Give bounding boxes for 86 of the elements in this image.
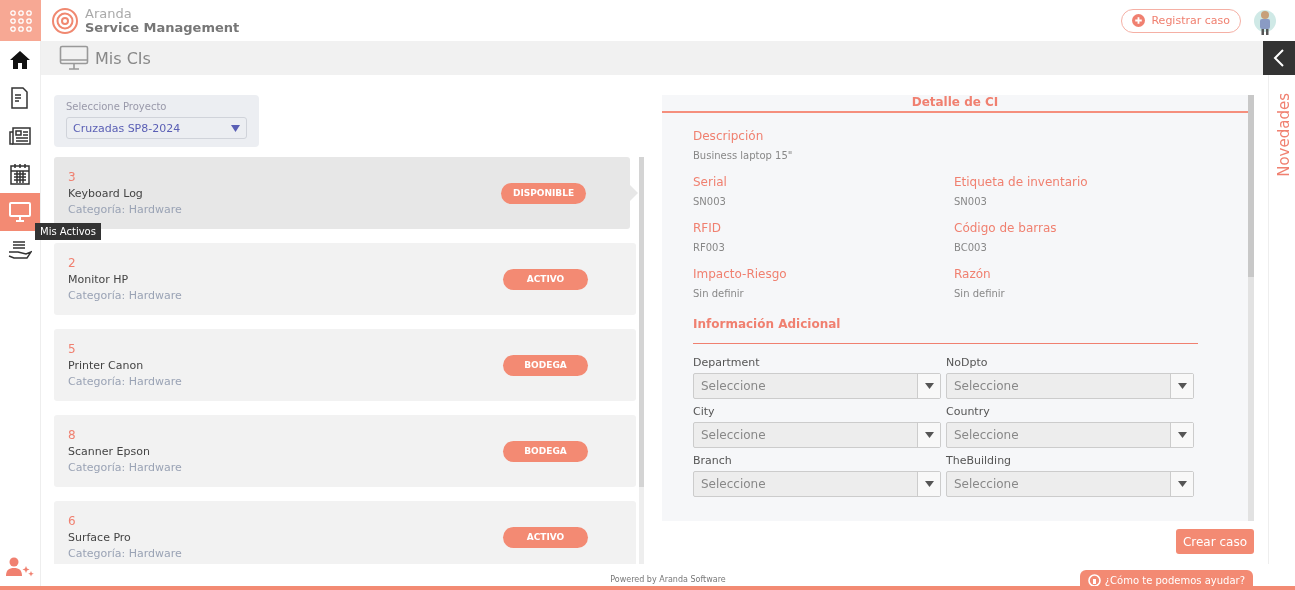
home-icon xyxy=(9,49,31,71)
field-value: SN003 xyxy=(693,196,727,207)
user-add-icon[interactable] xyxy=(6,556,34,578)
asset-category: Categoría: Hardware xyxy=(68,203,183,216)
asset-card[interactable]: 2 Monitor HP Categoría: Hardware ACTIVO xyxy=(54,243,636,315)
monitor-icon xyxy=(8,201,32,223)
dropdown-arrow-icon xyxy=(924,383,934,389)
field-value: BC003 xyxy=(954,242,988,253)
hand-icon xyxy=(8,240,32,260)
scrollbar-thumb[interactable] xyxy=(1248,95,1254,277)
dropdown-arrow-icon xyxy=(1177,432,1187,438)
news-tab[interactable]: Novedades xyxy=(1274,93,1290,177)
status-badge: DISPONIBLE xyxy=(501,182,586,204)
page-title: Mis CIs xyxy=(95,48,151,68)
dropdown-arrow-icon xyxy=(924,481,934,487)
project-label: Seleccione Proyecto xyxy=(66,101,168,112)
asset-name: Printer Canon xyxy=(68,359,145,372)
field-label: Código de barras xyxy=(954,221,1058,235)
newspaper-icon xyxy=(9,126,31,146)
asset-card[interactable]: 8 Scanner Epson Categoría: Hardware BODEGA xyxy=(54,415,636,487)
detail-title: Detalle de CI xyxy=(662,95,1248,113)
project-select[interactable]: Cruzadas SP8-2024 xyxy=(66,117,247,139)
select-field[interactable]: Seleccione xyxy=(693,422,941,448)
field-value: SN003 xyxy=(954,196,988,207)
select-label: City xyxy=(693,405,716,418)
tooltip: Mis Activos xyxy=(35,223,101,240)
document-icon xyxy=(10,87,30,109)
logo-icon xyxy=(51,6,79,35)
section-title: Información Adicional xyxy=(693,317,1198,344)
status-badge: ACTIVO xyxy=(503,526,588,548)
dropdown-arrow-icon xyxy=(1177,481,1187,487)
select-field[interactable]: Seleccione xyxy=(946,373,1194,399)
register-case-button[interactable]: Registrar caso xyxy=(1121,8,1241,33)
footer-text: Powered by Aranda Software xyxy=(610,575,726,584)
dropdown-arrow-icon xyxy=(231,124,240,132)
select-label: NoDpto xyxy=(946,356,989,369)
nav-item[interactable] xyxy=(0,193,40,231)
status-badge: ACTIVO xyxy=(503,268,588,290)
select-label: Country xyxy=(946,405,991,418)
asset-category: Categoría: Hardware xyxy=(68,547,183,560)
field-value: RF003 xyxy=(693,242,726,253)
asset-id: 8 xyxy=(68,428,77,442)
status-badge: BODEGA xyxy=(503,440,588,462)
field-label: Impacto-Riesgo xyxy=(693,267,788,281)
collapse-button[interactable] xyxy=(1263,41,1295,75)
asset-id: 3 xyxy=(68,170,77,184)
asset-id: 6 xyxy=(68,514,77,528)
asset-category: Categoría: Hardware xyxy=(68,375,183,388)
select-label: Branch xyxy=(693,454,733,467)
calendar-icon xyxy=(10,163,30,185)
field-label: RFID xyxy=(693,221,723,235)
chevron-left-icon xyxy=(1273,49,1285,67)
brand-subtitle: Service Management xyxy=(85,20,240,35)
asset-card[interactable]: 6 Surface Pro Categoría: Hardware ACTIVO xyxy=(54,501,636,564)
dropdown-arrow-icon xyxy=(924,432,934,438)
asset-name: Monitor HP xyxy=(68,273,130,286)
select-field[interactable]: Seleccione xyxy=(946,471,1194,497)
scrollbar-thumb[interactable] xyxy=(639,157,644,487)
monitor-icon xyxy=(59,45,89,71)
dropdown-arrow-icon xyxy=(1177,383,1187,389)
create-case-button[interactable]: Crear caso xyxy=(1175,529,1254,554)
asset-id: 2 xyxy=(68,256,77,270)
select-label: TheBuilding xyxy=(946,454,1013,467)
asset-id: 5 xyxy=(68,342,77,356)
select-field[interactable]: Seleccione xyxy=(693,471,941,497)
field-label: Descripción xyxy=(693,129,765,143)
asset-name: Keyboard Log xyxy=(68,187,144,200)
headset-icon xyxy=(1087,573,1101,587)
field-label: Serial xyxy=(693,175,728,189)
status-badge: BODEGA xyxy=(503,354,588,376)
field-value: Sin definir xyxy=(693,288,745,299)
select-field[interactable]: Seleccione xyxy=(693,373,941,399)
asset-category: Categoría: Hardware xyxy=(68,461,183,474)
field-value: Sin definir xyxy=(954,288,1006,299)
asset-name: Scanner Epson xyxy=(68,445,151,458)
field-label: Etiqueta de inventario xyxy=(954,175,1089,189)
brand-name: Aranda xyxy=(85,6,133,21)
select-label: Department xyxy=(693,356,761,369)
field-value: Business laptop 15" xyxy=(693,150,794,161)
asset-name: Surface Pro xyxy=(68,531,132,544)
grid-icon xyxy=(9,9,32,32)
plus-icon xyxy=(1132,14,1146,27)
field-label: Razón xyxy=(954,267,992,281)
asset-card[interactable]: 5 Printer Canon Categoría: Hardware BODEGA xyxy=(54,329,636,401)
select-field[interactable]: Seleccione xyxy=(946,422,1194,448)
asset-category: Categoría: Hardware xyxy=(68,289,183,302)
